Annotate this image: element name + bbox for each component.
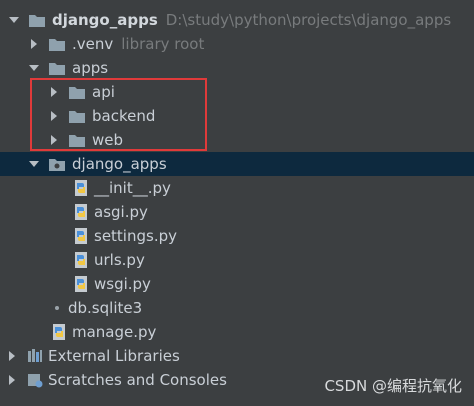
file-label: settings.py	[94, 227, 177, 245]
chevron-right-icon[interactable]	[28, 38, 40, 50]
file-manage[interactable]: manage.py	[0, 320, 474, 344]
folder-icon	[68, 132, 86, 148]
file-urls[interactable]: urls.py	[0, 248, 474, 272]
folder-icon	[68, 84, 86, 100]
tree-item-backend[interactable]: backend	[0, 104, 474, 128]
project-root-name: django_apps	[52, 11, 158, 29]
tree-item-api[interactable]: api	[0, 80, 474, 104]
chevron-down-icon[interactable]	[28, 158, 40, 170]
web-label: web	[92, 131, 124, 149]
folder-icon	[68, 108, 86, 124]
api-label: api	[92, 83, 115, 101]
chevron-right-icon[interactable]	[6, 350, 18, 362]
file-asgi[interactable]: asgi.py	[0, 200, 474, 224]
chevron-right-icon[interactable]	[6, 374, 18, 386]
scratches-icon	[26, 372, 44, 388]
python-file-icon	[50, 323, 68, 341]
watermark: CSDN @编程抗氧化	[324, 377, 462, 395]
tree-item-web[interactable]: web	[0, 128, 474, 152]
file-label: manage.py	[72, 323, 157, 341]
python-file-icon	[72, 251, 90, 269]
chevron-down-icon[interactable]	[28, 62, 40, 74]
file-label: wsgi.py	[94, 275, 151, 293]
external-libraries-label: External Libraries	[48, 347, 180, 365]
backend-label: backend	[92, 107, 156, 125]
library-icon	[26, 348, 44, 364]
project-root-row[interactable]: django_apps D:\study\python\projects\dja…	[0, 8, 474, 32]
file-label: asgi.py	[94, 203, 148, 221]
file-settings[interactable]: settings.py	[0, 224, 474, 248]
tree-item-external-libraries[interactable]: External Libraries	[0, 344, 474, 368]
folder-icon	[48, 36, 66, 52]
file-label: __init__.py	[94, 179, 171, 197]
apps-label: apps	[72, 59, 109, 77]
venv-label: .venv	[72, 35, 114, 53]
folder-icon	[48, 60, 66, 76]
chevron-right-icon[interactable]	[48, 110, 60, 122]
file-label: urls.py	[94, 251, 145, 269]
file-wsgi[interactable]: wsgi.py	[0, 272, 474, 296]
tree-item-apps[interactable]: apps	[0, 56, 474, 80]
venv-hint: library root	[121, 35, 205, 53]
python-file-icon	[72, 275, 90, 293]
package-folder-icon	[48, 156, 66, 172]
file-label: db.sqlite3	[68, 299, 143, 317]
file-db-sqlite3[interactable]: db.sqlite3	[0, 296, 474, 320]
scratches-label: Scratches and Consoles	[48, 371, 227, 389]
database-file-icon	[50, 299, 64, 317]
file-init[interactable]: __init__.py	[0, 176, 474, 200]
python-file-icon	[72, 227, 90, 245]
python-file-icon	[72, 203, 90, 221]
tree-item-venv[interactable]: .venv library root	[0, 32, 474, 56]
chevron-right-icon[interactable]	[48, 86, 60, 98]
python-file-icon	[72, 179, 90, 197]
project-root-path: D:\study\python\projects\django_apps	[165, 11, 452, 29]
chevron-right-icon[interactable]	[48, 134, 60, 146]
folder-icon	[28, 12, 46, 28]
chevron-down-icon[interactable]	[8, 14, 20, 26]
package-label: django_apps	[72, 155, 167, 173]
tree-item-django-apps-package[interactable]: django_apps	[0, 152, 474, 176]
